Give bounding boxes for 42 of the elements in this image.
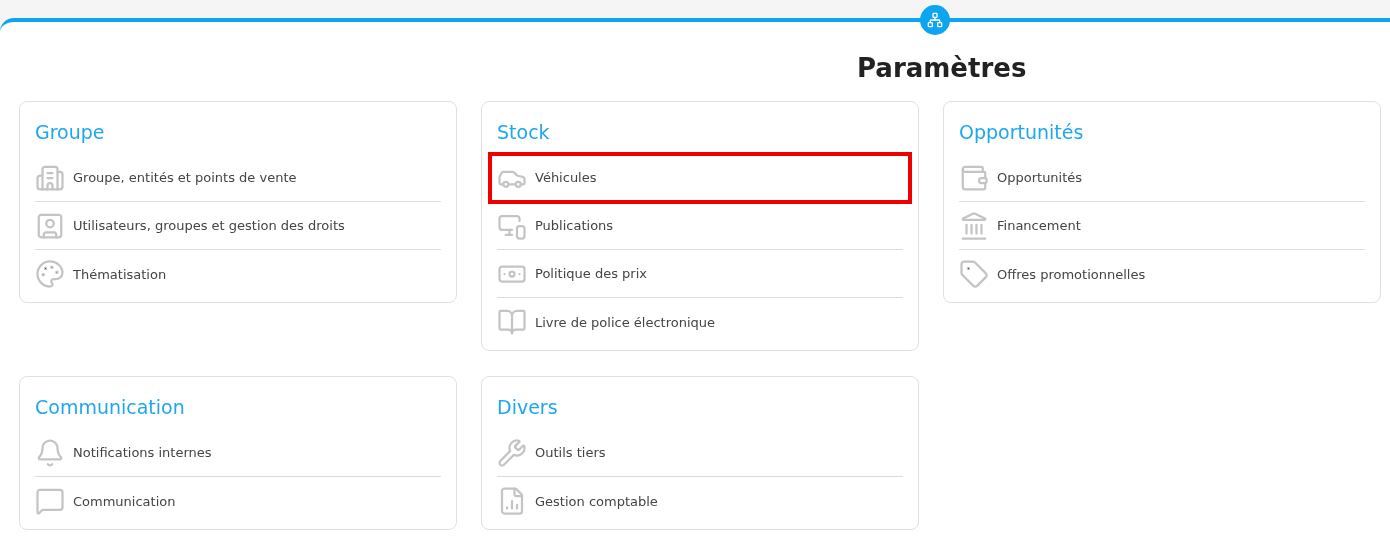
page-title: Paramètres	[856, 52, 1028, 85]
item-label: Publications	[535, 218, 614, 233]
card-title: Communication	[35, 395, 186, 420]
settings-item[interactable]: Véhicules	[490, 154, 910, 202]
item-label: Thématisation	[73, 266, 167, 282]
item-label: Communication	[73, 493, 176, 509]
speech-bubble-icon	[35, 486, 65, 516]
bell-icon	[35, 437, 65, 468]
item-label: Véhicules	[535, 170, 597, 185]
settings-item[interactable]: Offres promotionnelles	[959, 250, 1365, 298]
settings-item[interactable]: Communication	[35, 477, 441, 525]
item-label: Offres promotionnelles	[997, 266, 1146, 282]
wrench-icon	[497, 437, 527, 468]
settings-item[interactable]: Publications	[497, 202, 903, 250]
card-title: Groupe	[35, 120, 106, 145]
settings-item[interactable]: Financement	[959, 202, 1365, 250]
settings-item[interactable]: Groupe, entités et points de vente	[35, 154, 441, 202]
card-title: Stock	[497, 120, 551, 145]
item-label: Financement	[997, 218, 1081, 233]
item-label: Groupe, entités et points de vente	[73, 170, 297, 185]
item-label: Politique des prix	[535, 266, 647, 281]
settings-item[interactable]: Thématisation	[35, 250, 441, 298]
settings-item[interactable]: Livre de police électronique	[497, 298, 903, 346]
item-label: Gestion comptable	[535, 493, 658, 509]
item-label: Opportunités	[997, 170, 1083, 185]
settings-item[interactable]: Utilisateurs, groupes et gestion des droits	[35, 202, 441, 250]
network-icon[interactable]	[920, 5, 950, 35]
settings-item[interactable]: Outils tiers	[497, 429, 903, 477]
palette-icon	[35, 259, 65, 289]
settings-item[interactable]: Notifications internes	[35, 429, 441, 477]
tag-icon	[959, 259, 989, 289]
bank-icon	[959, 210, 989, 241]
item-label: Notifications internes	[73, 445, 212, 460]
item-label: Livre de police électronique	[535, 314, 716, 330]
item-label: Utilisateurs, groupes et gestion des droits	[73, 218, 345, 233]
settings-item[interactable]: Opportunités	[959, 154, 1365, 202]
card-title: Opportunités	[959, 120, 1085, 145]
item-label: Outils tiers	[535, 445, 606, 460]
card-title: Divers	[497, 395, 559, 420]
book-icon	[497, 307, 527, 337]
settings-item[interactable]: Politique des prix	[497, 250, 903, 298]
settings-item[interactable]: Gestion comptable	[497, 477, 903, 525]
